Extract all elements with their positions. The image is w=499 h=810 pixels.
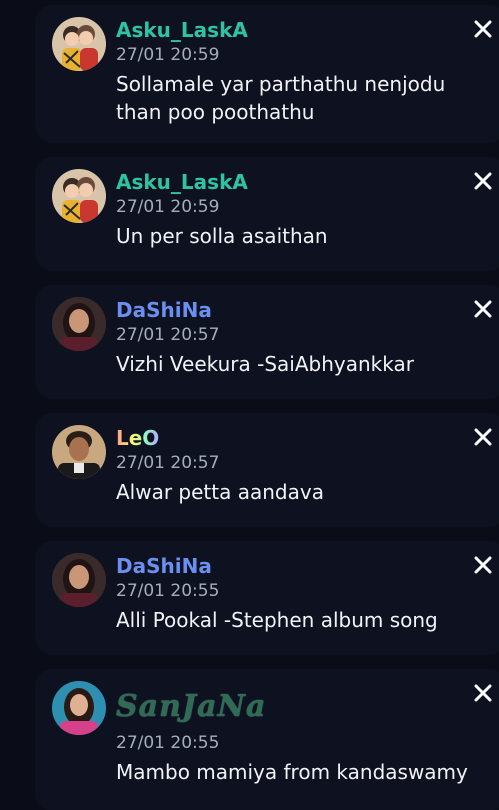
message-text: Vizhi Veekura -SaiAbhyankkar [116, 352, 414, 376]
sender-name[interactable]: Asku_LaskA [116, 170, 248, 194]
message-feed: Asku_LaskA 27/01 20:59 Sollamale yar par… [0, 0, 499, 810]
timestamp: 27/01 20:57 [116, 453, 220, 473]
couple-avatar-icon[interactable] [52, 169, 106, 223]
sender-name[interactable]: Asku_LaskA [116, 18, 248, 42]
timestamp: 27/01 20:57 [116, 325, 220, 345]
close-icon[interactable] [472, 682, 494, 704]
close-icon[interactable] [472, 554, 494, 576]
timestamp: 27/01 20:55 [116, 581, 220, 601]
message-text: Un per solla asaithan [116, 224, 328, 248]
message-text: Alwar petta aandava [116, 480, 324, 504]
message-card: Asku_LaskA 27/01 20:59 Sollamale yar par… [36, 6, 499, 142]
sender-name[interactable]: SanJaNa [116, 690, 266, 724]
message-text: Sollamale yar parthathu nenjodu than poo… [116, 72, 446, 124]
message-card: DaShiNa 27/01 20:55 Alli Pookal -Stephen… [36, 542, 499, 654]
close-icon[interactable] [472, 18, 494, 40]
close-icon[interactable] [472, 426, 494, 448]
message-card: SanJaNa 27/01 20:55 Mambo mamiya from ka… [36, 670, 499, 810]
sender-name[interactable]: DaShiNa [116, 554, 212, 578]
sender-name[interactable]: LeO [116, 426, 159, 450]
message-text: Mambo mamiya from kandaswamy [116, 760, 468, 784]
close-icon[interactable] [472, 298, 494, 320]
woman-avatar-icon[interactable] [52, 297, 106, 351]
man-avatar-icon[interactable] [52, 425, 106, 479]
close-icon[interactable] [472, 170, 494, 192]
timestamp: 27/01 20:59 [116, 45, 220, 65]
woman-avatar-icon[interactable] [52, 553, 106, 607]
message-card: DaShiNa 27/01 20:57 Vizhi Veekura -SaiAb… [36, 286, 499, 398]
timestamp: 27/01 20:55 [116, 733, 220, 753]
message-card: Asku_LaskA 27/01 20:59 Un per solla asai… [36, 158, 499, 270]
couple-avatar-icon[interactable] [52, 17, 106, 71]
timestamp: 27/01 20:59 [116, 197, 220, 217]
message-text: Alli Pookal -Stephen album song [116, 608, 438, 632]
sender-name[interactable]: DaShiNa [116, 298, 212, 322]
message-card: LeO 27/01 20:57 Alwar petta aandava [36, 414, 499, 526]
woman-avatar-icon[interactable] [52, 681, 106, 735]
